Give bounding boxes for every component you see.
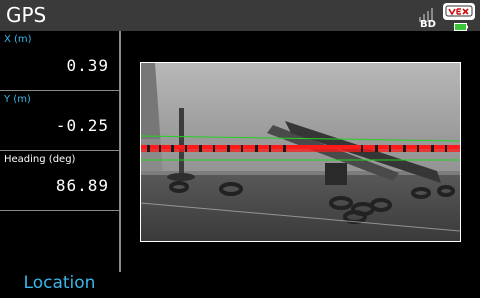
page-title: GPS	[6, 3, 47, 27]
camera-image	[141, 63, 460, 241]
y-position-field: Y (m) -0.25	[0, 91, 119, 151]
panel-divider	[119, 31, 121, 272]
vex-logo-icon	[443, 3, 475, 20]
readout-panel: X (m) 0.39 Y (m) -0.25 Heading (deg) 86.…	[0, 31, 119, 293]
x-position-value: 0.39	[66, 56, 109, 75]
y-position-value: -0.25	[55, 116, 109, 135]
heading-field: Heading (deg) 86.89	[0, 151, 119, 211]
location-button[interactable]: Location	[0, 268, 119, 298]
camera-view	[140, 62, 461, 242]
battery-icon	[454, 23, 468, 31]
radio-status-label: BD	[420, 19, 436, 30]
title-bar: GPS BD	[0, 0, 480, 31]
heading-value: 86.89	[55, 176, 109, 195]
y-position-label: Y (m)	[4, 94, 31, 105]
x-position-label: X (m)	[4, 34, 32, 45]
x-position-field: X (m) 0.39	[0, 31, 119, 91]
code-strip-overlay	[141, 145, 460, 152]
heading-label: Heading (deg)	[4, 154, 76, 165]
